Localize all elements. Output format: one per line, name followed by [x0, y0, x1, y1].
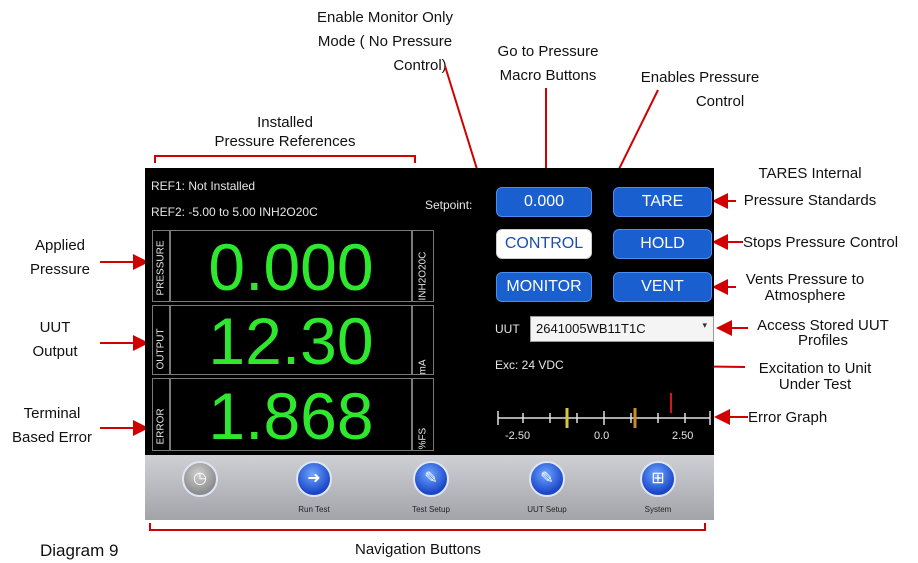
callout-line: Macro Buttons — [499, 67, 597, 84]
pressure-label-box: PRESSURE — [152, 230, 170, 302]
run-test-label: Run Test — [298, 505, 330, 514]
graph-tick-zero: 0.0 — [594, 430, 610, 442]
pressure-value: 0.000 — [208, 230, 374, 304]
error-label-box: ERROR — [152, 378, 170, 451]
setpoint-button[interactable]: 0.000 — [496, 187, 592, 217]
callout-line: Go to Pressure — [497, 43, 599, 60]
callout-error-graph: Error Graph — [748, 409, 828, 426]
callout-line: Applied — [34, 237, 86, 254]
output-unit-box: mA — [412, 305, 434, 375]
callout-enable-control: Enables Pressure Control — [630, 68, 770, 111]
home-nav-button[interactable]: ◷ — [182, 461, 218, 497]
output-value: 12.30 — [208, 304, 374, 378]
callout-line: Enable Monitor Only — [317, 9, 453, 26]
uut-setup-label: UUT Setup — [527, 505, 567, 514]
callout-tares: TARES Internal Pressure Standards — [735, 164, 885, 210]
error-unit-box: %FS — [412, 378, 434, 451]
callout-vents: Vents Pressure to Atmosphere — [735, 270, 875, 305]
output-label-box: OUTPUT — [152, 305, 170, 375]
navigation-bar: ◷ ➜ Run Test ✎ Test Setup ✎ UUT Setup ⊞ … — [145, 455, 714, 520]
test-setup-button[interactable]: ✎ — [413, 461, 449, 497]
callout-macro: Go to Pressure Macro Buttons — [488, 42, 608, 85]
setpoint-label: Setpoint: — [425, 198, 473, 212]
callout-line: Output — [32, 343, 78, 360]
hold-button[interactable]: HOLD — [613, 229, 712, 259]
callout-installed-refs: Installed Pressure References — [205, 113, 365, 151]
refs-bracket — [154, 155, 416, 163]
device-screen: REF1: Not Installed REF2: -5.00 to 5.00 … — [145, 168, 714, 455]
callout-line: Enables Pressure — [640, 69, 760, 86]
test-setup-label: Test Setup — [412, 505, 450, 514]
error-value-box: 1.868 — [170, 378, 412, 451]
callout-line: Pressure — [29, 261, 91, 278]
callout-line: Mode ( No Pressure — [317, 33, 453, 50]
pressure-unit: INH2O20C — [417, 251, 429, 301]
nav-bracket — [149, 523, 706, 531]
callout-line: Pressure References — [214, 133, 356, 150]
tare-button[interactable]: TARE — [613, 187, 712, 217]
error-unit: %FS — [417, 427, 429, 450]
callout-monitor-only: Enable Monitor Only Mode ( No Pressure C… — [300, 8, 470, 75]
callout-terminal-error: Terminal Based Error — [2, 404, 102, 447]
callout-uut-output: UUT Output — [20, 318, 90, 361]
callout-line: TARES Internal — [758, 165, 862, 182]
callout-stops: Stops Pressure Control — [743, 234, 899, 251]
output-value-box: 12.30 — [170, 305, 412, 375]
monitor-button[interactable]: MONITOR — [496, 272, 592, 302]
control-button[interactable]: CONTROL — [496, 229, 592, 259]
output-label: OUTPUT — [155, 328, 167, 370]
callout-applied-pressure: Applied Pressure — [20, 236, 100, 279]
callout-line: UUT — [39, 319, 71, 336]
ref2-text: REF2: -5.00 to 5.00 INH2O20C — [151, 205, 318, 219]
arrow-right-icon: ➜ — [307, 470, 321, 487]
ref1-text: REF1: Not Installed — [151, 179, 256, 193]
callout-access-uut: Access Stored UUT Profiles — [748, 316, 898, 350]
callout-excitation: Excitation to Unit Under Test — [745, 359, 885, 394]
callout-line: Based Error — [11, 429, 93, 446]
graph-tick-pos: 2.50 — [672, 430, 694, 442]
output-unit: mA — [417, 359, 429, 375]
callout-line: Installed — [257, 114, 313, 131]
error-value: 1.868 — [208, 379, 374, 453]
chevron-down-icon: ▾ — [702, 320, 707, 330]
uut-setup-button[interactable]: ✎ — [529, 461, 565, 497]
run-test-button[interactable]: ➜ — [296, 461, 332, 497]
network-icon: ⊞ — [651, 470, 665, 487]
system-button[interactable]: ⊞ — [640, 461, 676, 497]
callout-navigation: Navigation Buttons — [355, 541, 481, 558]
system-label: System — [644, 505, 672, 514]
uut-select[interactable]: 2641005WB11T1C ▾ — [530, 316, 714, 342]
callout-line: Control — [695, 93, 745, 110]
graph-tick-neg: -2.50 — [505, 430, 531, 442]
clock-icon: ◷ — [193, 470, 207, 487]
callout-line: Pressure Standards — [743, 192, 877, 209]
diagram-title: Diagram 9 — [40, 541, 119, 560]
vent-button[interactable]: VENT — [613, 272, 712, 302]
error-label: ERROR — [155, 408, 167, 445]
pressure-label: PRESSURE — [155, 240, 167, 296]
pressure-value-box: 0.000 — [170, 230, 412, 302]
document-edit-icon: ✎ — [540, 470, 554, 487]
uut-label: UUT — [495, 322, 520, 336]
callout-line: Control) — [393, 57, 447, 74]
pencil-icon: ✎ — [424, 470, 438, 487]
exc-text: Exc: 24 VDC — [495, 358, 564, 372]
pressure-unit-box: INH2O20C — [412, 230, 434, 302]
callout-line: Terminal — [23, 405, 81, 422]
uut-select-value: 2641005WB11T1C — [536, 321, 646, 336]
